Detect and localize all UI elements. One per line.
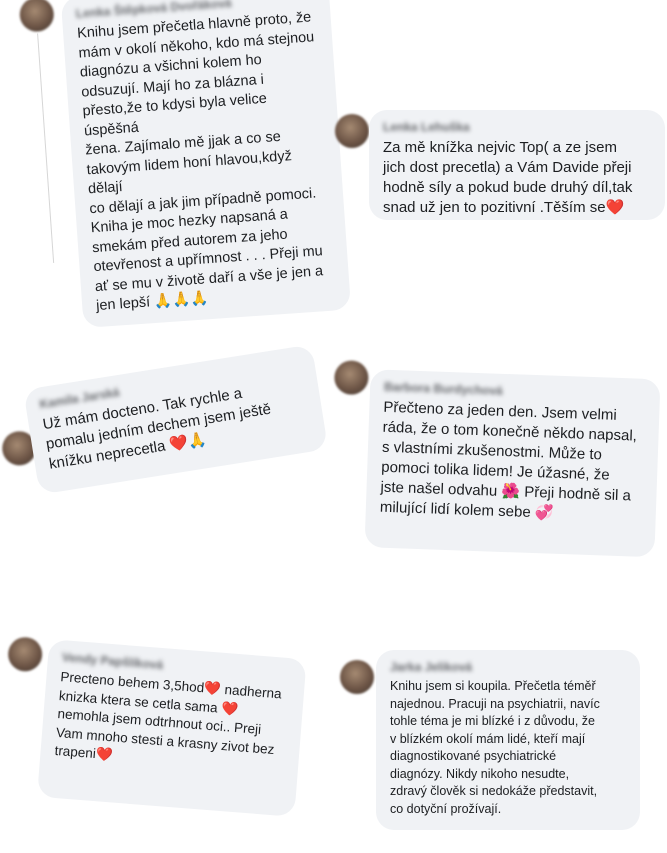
avatar[interactable] — [6, 635, 44, 673]
comment-card: Lenka Štěpková Dvořáková Knihu jsem přeč… — [9, 0, 352, 328]
comment-card: Barbora Burdychová Přečteno za jeden den… — [328, 360, 664, 561]
comment-bubble: Barbora Burdychová Přečteno za jeden den… — [364, 369, 661, 558]
avatar[interactable] — [340, 660, 374, 694]
avatar[interactable] — [18, 0, 55, 33]
comment-text: Za mě knížka nejvic Top( a ze jsem jich … — [383, 139, 633, 216]
divider — [37, 33, 55, 263]
comment-card: Vendy Papšlíková Precteno behem 3,5hod❤️… — [0, 630, 309, 823]
comment-author[interactable]: Jarka Jeliková — [390, 660, 626, 674]
comment-author[interactable]: Lenka Lehuška — [383, 120, 651, 134]
comment-card: Jarka Jeliková Knihu jsem si koupila. Př… — [340, 650, 640, 835]
comment-bubble: Lenka Lehuška Za mě knížka nejvic Top( a… — [369, 110, 665, 220]
avatar[interactable] — [333, 360, 369, 396]
comment-text: Precteno behem 3,5hod❤️ nadherna knizka … — [54, 669, 283, 763]
comment-bubble: Vendy Papšlíková Precteno behem 3,5hod❤️… — [37, 639, 307, 817]
comment-bubble: Kamila Jarská Už mám docteno. Tak rychle… — [23, 344, 329, 495]
comment-text: Přečteno za jeden den. Jsem velmi ráda, … — [379, 398, 638, 522]
comment-card: Lenka Lehuška Za mě knížka nejvic Top( a… — [335, 110, 665, 230]
comment-text: Knihu jsem přečetla hlavně proto, že mám… — [76, 9, 324, 315]
comment-text: Knihu jsem si koupila. Přečetla téměř na… — [390, 679, 600, 816]
comment-bubble: Lenka Štěpková Dvořáková Knihu jsem přeč… — [60, 0, 352, 328]
comment-bubble: Jarka Jeliková Knihu jsem si koupila. Př… — [376, 650, 640, 830]
avatar[interactable] — [335, 114, 369, 148]
comment-card: Kamila Jarská Už mám docteno. Tak rychle… — [0, 338, 332, 507]
